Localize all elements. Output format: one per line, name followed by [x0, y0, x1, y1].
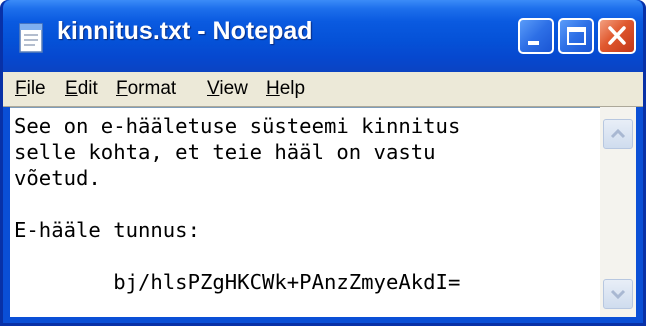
menu-edit[interactable]: Edit [65, 78, 98, 100]
close-icon [608, 26, 626, 45]
minimize-button[interactable] [518, 18, 554, 54]
scroll-down-arrow-icon [610, 289, 626, 300]
menu-file[interactable]: File [15, 78, 46, 100]
close-button[interactable] [598, 18, 636, 54]
notepad-window: kinnitus.txt - Notepad File Edit Format … [0, 0, 646, 326]
notepad-icon[interactable] [17, 20, 45, 54]
maximize-icon [567, 27, 586, 45]
menu-bar: File Edit Format View Help [3, 72, 643, 107]
text-line: bj/hlsPZgHKCWk+PAnzZmyeAkdI= [14, 270, 461, 294]
window-title: kinnitus.txt - Notepad [57, 17, 313, 45]
text-line: E-hääle tunnus: [14, 218, 200, 242]
text-editor-area[interactable]: See on e-hääletuse süsteemi kinnitus sel… [10, 107, 636, 317]
vertical-scrollbar[interactable] [600, 107, 636, 317]
menu-view[interactable]: View [207, 78, 248, 100]
scroll-up-arrow-icon [610, 128, 626, 139]
title-bar[interactable]: kinnitus.txt - Notepad [3, 0, 643, 72]
scroll-down-button[interactable] [603, 279, 633, 309]
scroll-up-button[interactable] [603, 119, 633, 149]
minimize-icon [528, 41, 539, 45]
text-line: võetud. [14, 166, 101, 190]
menu-help[interactable]: Help [266, 78, 305, 100]
text-line: selle kohta, et teie hääl on vastu [14, 140, 436, 164]
maximize-button[interactable] [558, 18, 594, 54]
menu-format[interactable]: Format [116, 78, 176, 100]
text-line: See on e-hääletuse süsteemi kinnitus [14, 114, 461, 138]
